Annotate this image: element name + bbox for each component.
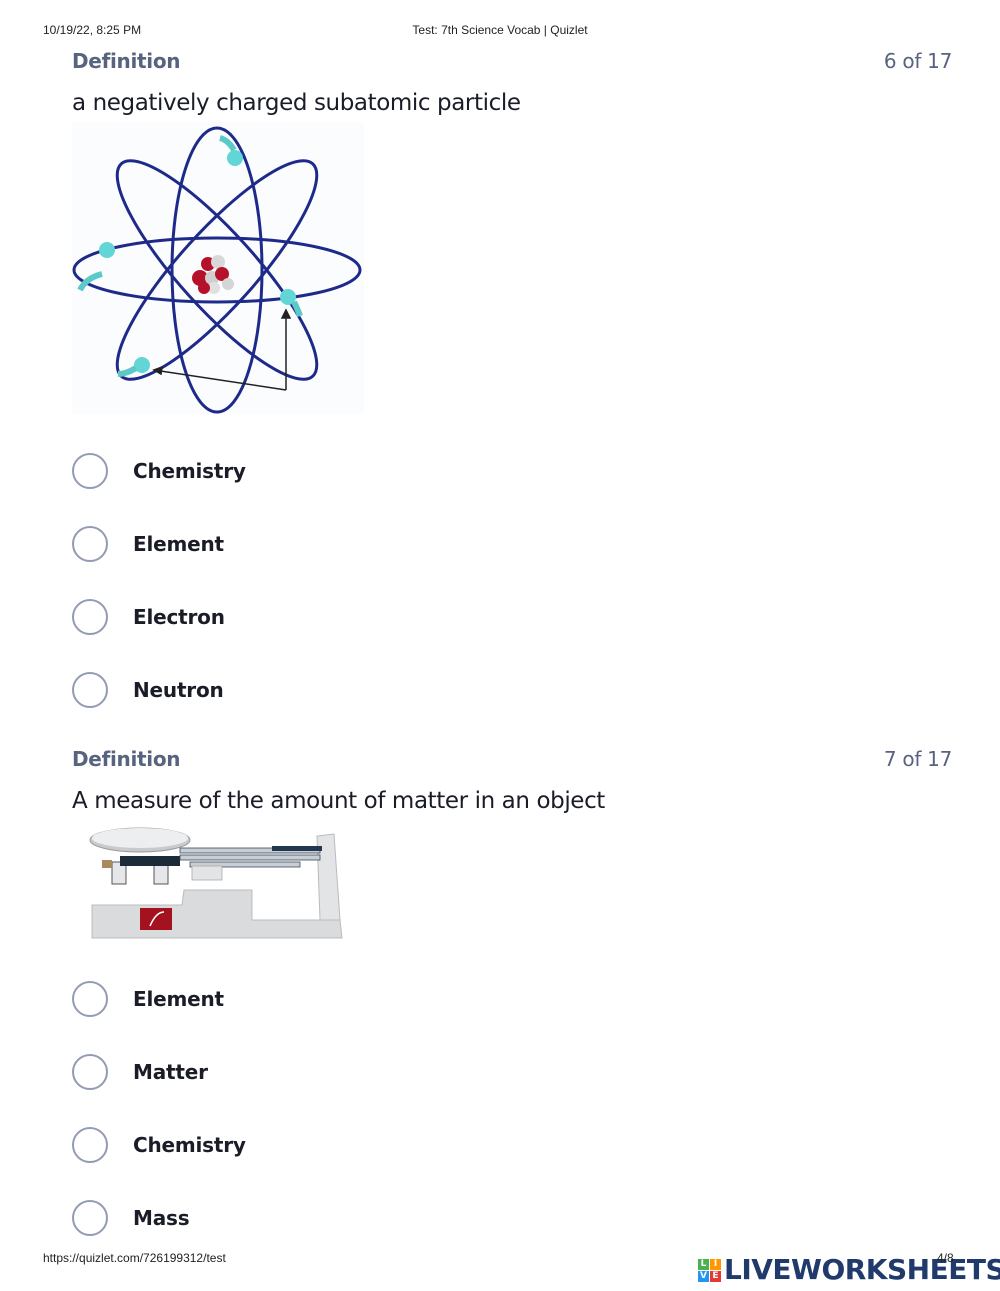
option-label: Chemistry bbox=[133, 1132, 246, 1157]
radio-button[interactable] bbox=[72, 1053, 108, 1090]
answer-option[interactable]: Electron bbox=[72, 580, 952, 653]
question-type-label: Definition bbox=[72, 49, 181, 73]
question-card-7: Definition 7 of 17 A measure of the amou… bbox=[72, 747, 952, 1254]
print-footer-url: https://quizlet.com/726199312/test bbox=[43, 1251, 226, 1265]
option-label: Chemistry bbox=[133, 458, 246, 483]
question-header: Definition 6 of 17 bbox=[72, 49, 952, 75]
answer-option[interactable]: Mass bbox=[72, 1181, 952, 1254]
answer-options: Element Matter Chemistry Mass bbox=[72, 962, 952, 1254]
live-blocks-icon: L I V E bbox=[698, 1258, 721, 1282]
radio-button[interactable] bbox=[72, 452, 108, 489]
atom-diagram-image bbox=[72, 122, 364, 414]
question-type-label: Definition bbox=[72, 747, 181, 771]
question-counter: 7 of 17 bbox=[883, 747, 952, 771]
radio-button[interactable] bbox=[72, 1126, 108, 1163]
option-label: Element bbox=[133, 531, 224, 556]
radio-button[interactable] bbox=[72, 1199, 108, 1236]
option-label: Electron bbox=[133, 604, 225, 629]
question-card-6: Definition 6 of 17 a negatively charged … bbox=[72, 49, 952, 726]
answer-options: Chemistry Element Electron Neutron bbox=[72, 434, 952, 726]
logo-block: I bbox=[710, 1258, 721, 1270]
logo-block: E bbox=[710, 1270, 721, 1282]
option-label: Mass bbox=[133, 1205, 190, 1230]
radio-button[interactable] bbox=[72, 598, 108, 635]
logo-block: L bbox=[698, 1258, 709, 1270]
answer-option[interactable]: Element bbox=[72, 962, 952, 1035]
answer-option[interactable]: Matter bbox=[72, 1035, 952, 1108]
option-label: Neutron bbox=[133, 677, 224, 702]
liveworksheets-logo: L I V E LIVEWORKSHEETS bbox=[698, 1255, 1000, 1285]
radio-button[interactable] bbox=[72, 671, 108, 708]
print-header: 10/19/22, 8:25 PM Test: 7th Science Voca… bbox=[43, 23, 957, 39]
question-header: Definition 7 of 17 bbox=[72, 747, 952, 773]
option-label: Matter bbox=[133, 1059, 208, 1084]
print-page-number: 4/8 bbox=[937, 1251, 954, 1265]
logo-wordmark: LIVEWORKSHEETS bbox=[724, 1253, 1000, 1286]
question-prompt: a negatively charged subatomic particle bbox=[72, 90, 521, 116]
triple-beam-balance-image bbox=[72, 820, 362, 948]
radio-button[interactable] bbox=[72, 525, 108, 562]
answer-option[interactable]: Element bbox=[72, 507, 952, 580]
question-prompt: A measure of the amount of matter in an … bbox=[72, 788, 605, 814]
answer-option[interactable]: Chemistry bbox=[72, 434, 952, 507]
answer-option[interactable]: Neutron bbox=[72, 653, 952, 726]
option-label: Element bbox=[133, 986, 224, 1011]
logo-block: V bbox=[698, 1270, 709, 1282]
radio-button[interactable] bbox=[72, 980, 108, 1017]
question-counter: 6 of 17 bbox=[883, 49, 952, 73]
print-page-title: Test: 7th Science Vocab | Quizlet bbox=[412, 23, 588, 37]
answer-option[interactable]: Chemistry bbox=[72, 1108, 952, 1181]
